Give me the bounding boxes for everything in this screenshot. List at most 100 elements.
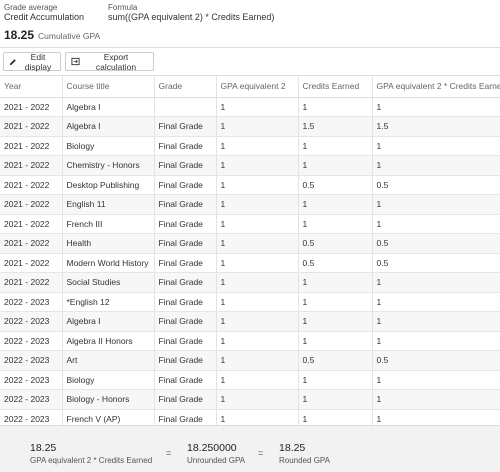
table-row[interactable]: 2021 - 2022 Modern World History Final Gra…	[0, 253, 500, 273]
column-header-gpa-times-credits[interactable]: GPA equivalent 2 * Credits Earned	[372, 76, 500, 98]
grade-cell: Final Grade	[154, 136, 217, 156]
gpa-times-credits-cell: 1	[372, 97, 500, 117]
gpa-equivalent-cell: 1	[216, 292, 299, 312]
grade-cell: Final Grade	[154, 233, 217, 254]
grade-cell: Final Grade	[154, 331, 217, 351]
year-cell: 2021 - 2022	[0, 272, 63, 293]
year-cell: 2021 - 2022	[0, 194, 63, 215]
credits-earned-cell: 0.5	[298, 350, 373, 371]
column-header-year[interactable]: Year	[0, 76, 63, 98]
grade-cell: Final Grade	[154, 292, 217, 312]
credits-earned-cell: 1	[298, 292, 373, 312]
course-title-cell: Modern World History	[62, 253, 155, 273]
table-row[interactable]: 2021 - 2022 English 11 Final Grade 1 1 1	[0, 194, 500, 215]
edit-display-button[interactable]: Edit display	[3, 51, 61, 72]
gpa-times-credits-cell: 0.5	[372, 233, 500, 254]
grade-cell: Final Grade	[154, 214, 217, 234]
gpa-times-credits-cell: 1	[372, 272, 500, 293]
equals-sign: =	[258, 448, 264, 458]
table-row[interactable]: 2021 - 2022 Chemistry - Honors Final Grade…	[0, 155, 500, 176]
course-title-cell: *English 12	[62, 292, 155, 312]
credits-earned-cell: 1	[298, 389, 373, 410]
credits-earned-cell: 0.5	[298, 233, 373, 254]
gpa-times-credits-cell: 1	[372, 155, 500, 176]
course-title-cell: Biology	[62, 370, 155, 390]
year-cell: 2022 - 2023	[0, 331, 63, 351]
edit-display-label: Edit display	[24, 51, 52, 72]
year-cell: 2022 - 2023	[0, 350, 63, 371]
rounded-gpa-value: 18.25	[279, 442, 306, 454]
credits-earned-cell: 1	[298, 136, 373, 156]
table-row[interactable]: 2022 - 2023 Biology - Honors Final Grade 1 1…	[0, 389, 500, 410]
grade-average-label: Grade average	[4, 3, 58, 12]
gpa-equivalent-cell: 1	[216, 97, 299, 117]
gpa-times-credits-cell: 0.5	[372, 253, 500, 273]
grade-cell: Final Grade	[154, 175, 217, 195]
table-row[interactable]: 2022 - 2023 *English 12 Final Grade 1 1 1	[0, 292, 500, 312]
year-cell: 2022 - 2023	[0, 389, 63, 410]
sum-label: GPA equivalent 2 * Credits Earned	[30, 456, 153, 465]
table-row[interactable]: 2021 - 2022 Biology Final Grade 1 1 1	[0, 136, 500, 156]
credits-earned-cell: 1	[298, 194, 373, 215]
credits-earned-cell: 1	[298, 155, 373, 176]
pencil-icon	[9, 58, 17, 66]
year-cell: 2022 - 2023	[0, 311, 63, 332]
gpa-times-credits-cell: 1	[372, 136, 500, 156]
column-header-gpa-equivalent[interactable]: GPA equivalent 2	[216, 76, 299, 98]
table-row[interactable]: 2021 - 2022 Social Studies Final Grade 1 1 1	[0, 272, 500, 293]
course-title-cell: Algebra I	[62, 97, 155, 117]
gpa-equivalent-cell: 1	[216, 331, 299, 351]
course-title-cell: French V (AP)	[62, 409, 155, 425]
gpa-equivalent-cell: 1	[216, 389, 299, 410]
course-title-cell: Algebra II Honors	[62, 331, 155, 351]
table-row[interactable]: 2022 - 2023 Art Final Grade 1 0.5 0.5	[0, 350, 500, 371]
table-row[interactable]: 2022 - 2023 Biology Final Grade 1 1 1	[0, 370, 500, 390]
course-title-cell: French III	[62, 214, 155, 234]
table-row[interactable]: 2021 - 2022 Algebra I Final Grade 1 1.5 1.5	[0, 116, 500, 137]
table-row[interactable]: 2022 - 2023 Algebra II Honors Final Grade 1…	[0, 331, 500, 351]
course-title-cell: Chemistry - Honors	[62, 155, 155, 176]
gpa-equivalent-cell: 1	[216, 253, 299, 273]
sum-value: 18.25	[30, 442, 57, 454]
gpa-times-credits-cell: 1	[372, 370, 500, 390]
course-title-cell: Social Studies	[62, 272, 155, 293]
year-cell: 2021 - 2022	[0, 253, 63, 273]
table-row[interactable]: 2021 - 2022 Health Final Grade 1 0.5 0.5	[0, 233, 500, 254]
column-header-grade[interactable]: Grade	[154, 76, 217, 98]
gpa-equivalent-cell: 1	[216, 272, 299, 293]
grade-cell: Final Grade	[154, 116, 217, 137]
formula-label: Formula	[108, 3, 138, 12]
gpa-equivalent-cell: 1	[216, 155, 299, 176]
column-header-credits-earned[interactable]: Credits Earned	[298, 76, 373, 98]
grade-cell: Final Grade	[154, 370, 217, 390]
gpa-equivalent-cell: 1	[216, 175, 299, 195]
rounded-gpa-label: Rounded GPA	[279, 456, 330, 465]
column-header-course-title[interactable]: Course title	[62, 76, 155, 98]
grade-cell: Final Grade	[154, 272, 217, 293]
year-cell: 2022 - 2023	[0, 409, 63, 425]
equals-sign: =	[166, 448, 172, 458]
year-cell: 2021 - 2022	[0, 116, 63, 137]
course-title-cell: Biology - Honors	[62, 389, 155, 410]
credits-earned-cell: 1	[298, 331, 373, 351]
gpa-equivalent-cell: 1	[216, 136, 299, 156]
grade-cell	[154, 97, 217, 117]
credits-earned-cell: 0.5	[298, 175, 373, 195]
header-divider	[0, 47, 500, 48]
gpa-equivalent-cell: 1	[216, 311, 299, 332]
gpa-equivalent-cell: 1	[216, 409, 299, 425]
table-row[interactable]: 2021 - 2022 Desktop Publishing Final Grade…	[0, 175, 500, 195]
gpa-times-credits-cell: 0.5	[372, 350, 500, 371]
table-row[interactable]: 2022 - 2023 French V (AP) Final Grade 1 1 1	[0, 409, 500, 425]
export-calculation-label: Export calculation	[95, 51, 137, 72]
export-calculation-button[interactable]: Export calculation	[65, 51, 154, 72]
grade-cell: Final Grade	[154, 409, 217, 425]
year-cell: 2021 - 2022	[0, 155, 63, 176]
credits-earned-cell: 1	[298, 409, 373, 425]
table-row[interactable]: 2021 - 2022 Algebra I111	[0, 97, 500, 117]
table-row[interactable]: 2021 - 2022 French III Final Grade 1 1 1	[0, 214, 500, 234]
credits-earned-cell: 1	[298, 214, 373, 234]
course-title-cell: Biology	[62, 136, 155, 156]
table-row[interactable]: 2022 - 2023 Algebra I Final Grade 1 1 1	[0, 311, 500, 332]
credits-earned-cell: 1	[298, 311, 373, 332]
